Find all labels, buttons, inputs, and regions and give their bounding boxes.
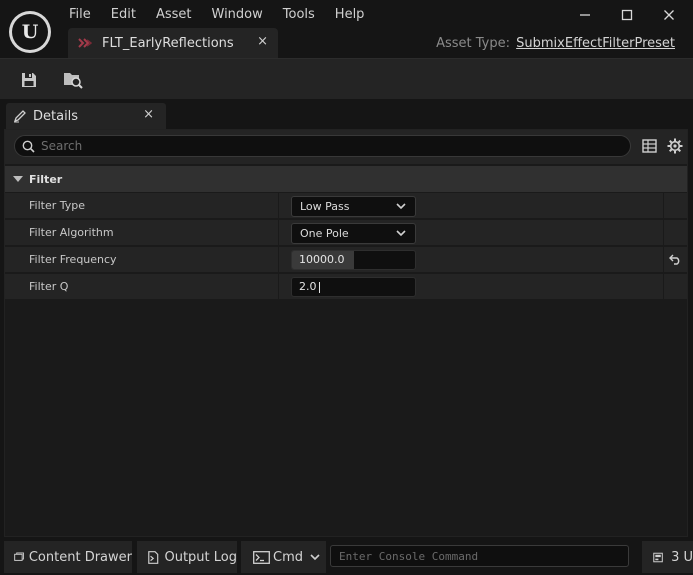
asset-type-label: Asset Type:: [436, 36, 510, 51]
menu-edit[interactable]: Edit: [101, 5, 146, 25]
save-button[interactable]: [15, 67, 43, 93]
search-input[interactable]: [41, 139, 630, 153]
reset-to-default-icon[interactable]: [669, 254, 682, 265]
maximize-button[interactable]: [607, 4, 647, 26]
filter-q-field[interactable]: 2.0: [291, 277, 416, 297]
console-command-input[interactable]: [330, 545, 629, 567]
chevron-down-icon: [310, 553, 320, 560]
asset-editor-tab[interactable]: FLT_EarlyReflections ×: [68, 28, 278, 58]
menu-tools[interactable]: Tools: [273, 5, 325, 25]
gear-icon[interactable]: [667, 138, 683, 154]
details-tab-close-icon[interactable]: ×: [143, 107, 154, 122]
category-label: Filter: [29, 172, 63, 186]
text-cursor: [319, 282, 320, 293]
filter-category-header[interactable]: Filter: [5, 166, 687, 192]
save-icon: [22, 73, 36, 87]
browse-to-asset-button[interactable]: [59, 67, 87, 93]
maximize-icon: [621, 9, 633, 21]
source-control-icon: [653, 552, 663, 562]
menu-help[interactable]: Help: [325, 5, 375, 25]
property-name: Filter Frequency: [29, 253, 117, 266]
panel-area: Details × Search Filter Filter Type Low …: [0, 99, 693, 537]
minimize-button[interactable]: [565, 4, 605, 26]
content-drawer-button[interactable]: Content Drawer: [4, 541, 132, 573]
content-drawer-label: Content Drawer: [28, 549, 132, 565]
asset-type-info: Asset Type: SubmixEffectFilterPreset: [436, 36, 675, 51]
output-log-button[interactable]: Output Log: [137, 541, 237, 573]
menu-file[interactable]: File: [59, 5, 101, 25]
search-row: [5, 130, 687, 164]
unreal-logo-icon[interactable]: U: [9, 11, 51, 53]
collapse-arrow-icon: [13, 176, 23, 182]
column-divider: [663, 247, 664, 273]
details-tab[interactable]: Details ×: [6, 103, 166, 129]
search-icon: [22, 140, 35, 153]
asset-type-link[interactable]: SubmixEffectFilterPreset: [516, 36, 675, 51]
column-divider[interactable]: [278, 247, 279, 273]
browse-folder-icon: [64, 73, 83, 89]
combo-value: One Pole: [300, 227, 349, 240]
source-control-button[interactable]: 3 U: [642, 541, 693, 573]
property-matrix-icon[interactable]: [642, 139, 657, 153]
output-log-label: Output Log: [164, 549, 237, 565]
status-bar: Content Drawer Output Log Cmd 3 U: [0, 537, 693, 575]
property-row-filter-frequency: Filter Frequency 10000.0: [5, 247, 687, 273]
property-name: Filter Type: [29, 199, 86, 212]
output-log-icon: [148, 550, 159, 564]
number-value: 10000.0: [299, 253, 345, 266]
column-divider: [663, 220, 664, 246]
property-row-filter-type: Filter Type Low Pass: [5, 193, 687, 219]
details-tab-label: Details: [33, 108, 79, 124]
title-bar: U File Edit Asset Window Tools Help FLT_…: [0, 0, 693, 60]
asset-tab-close-icon[interactable]: ×: [257, 34, 268, 49]
property-name: Filter Algorithm: [29, 226, 114, 239]
cmd-label: Cmd: [273, 549, 303, 565]
column-divider[interactable]: [278, 193, 279, 219]
chevron-down-icon: [396, 230, 406, 237]
search-box: [14, 135, 631, 157]
cmd-selector-button[interactable]: Cmd: [241, 541, 326, 573]
column-divider[interactable]: [278, 220, 279, 246]
details-panel: Filter Filter Type Low Pass Filter Algor…: [4, 129, 688, 537]
pencil-icon: [13, 110, 26, 123]
status-trailing-label: 3 U: [671, 549, 693, 565]
submix-effect-asset-icon: [78, 38, 92, 48]
filter-algorithm-combo[interactable]: One Pole: [291, 223, 416, 244]
combo-value: Low Pass: [300, 200, 350, 213]
content-drawer-icon: [14, 552, 24, 561]
close-icon: [664, 10, 674, 20]
column-divider: [663, 193, 664, 219]
close-window-button[interactable]: [649, 4, 689, 26]
filter-frequency-field[interactable]: 10000.0: [291, 250, 416, 270]
minimize-icon: [580, 14, 590, 16]
menu-bar: File Edit Asset Window Tools Help: [59, 5, 374, 25]
menu-window[interactable]: Window: [202, 5, 273, 25]
column-divider: [663, 274, 664, 300]
property-row-filter-algorithm: Filter Algorithm One Pole: [5, 220, 687, 246]
filter-type-combo[interactable]: Low Pass: [291, 196, 416, 217]
menu-asset[interactable]: Asset: [146, 5, 202, 25]
chevron-down-icon: [396, 203, 406, 210]
toolbar: [0, 58, 693, 99]
column-divider[interactable]: [278, 274, 279, 300]
terminal-icon: [253, 550, 270, 564]
asset-tab-label: FLT_EarlyReflections: [102, 35, 234, 51]
property-name: Filter Q: [29, 280, 69, 293]
property-row-filter-q: Filter Q 2.0: [5, 274, 687, 300]
number-value: 2.0: [299, 280, 317, 293]
